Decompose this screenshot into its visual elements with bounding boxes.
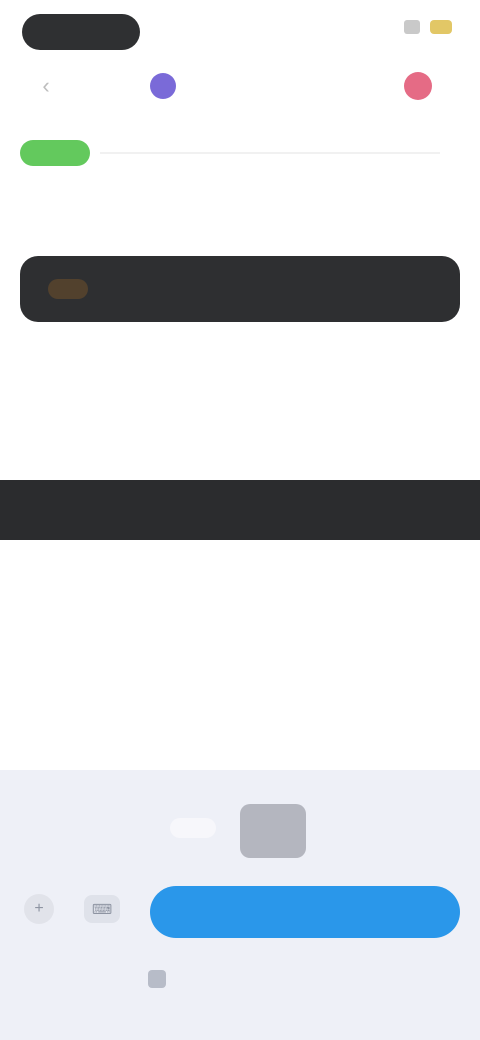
status-badge (20, 140, 90, 166)
top-nav: ‹ (0, 62, 480, 110)
primary-action-button[interactable] (150, 886, 460, 938)
bottom-composer: + ⌨ (0, 770, 480, 1040)
status-icons (404, 20, 452, 34)
battery-icon (430, 20, 452, 34)
dark-strip (0, 480, 480, 540)
attachment-icon[interactable]: + (24, 894, 54, 924)
status-time-pill (22, 14, 140, 50)
composer-left-icons: + ⌨ (24, 894, 120, 924)
status-bar (0, 0, 480, 62)
highlight-card[interactable] (20, 256, 460, 322)
lock-icon (148, 970, 166, 988)
keyboard-icon[interactable]: ⌨ (84, 895, 120, 923)
image-preview[interactable] (240, 804, 306, 858)
account-selector[interactable] (150, 72, 184, 100)
chevron-left-icon: ‹ (42, 73, 50, 98)
divider (100, 152, 440, 154)
signal-icon (404, 20, 420, 34)
avatar (150, 73, 176, 99)
card-accent-icon (48, 279, 88, 299)
notification-dot-icon[interactable] (404, 72, 432, 100)
disclaimer (148, 970, 176, 988)
back-button[interactable]: ‹ (24, 72, 68, 100)
preview-ghost (170, 818, 216, 838)
